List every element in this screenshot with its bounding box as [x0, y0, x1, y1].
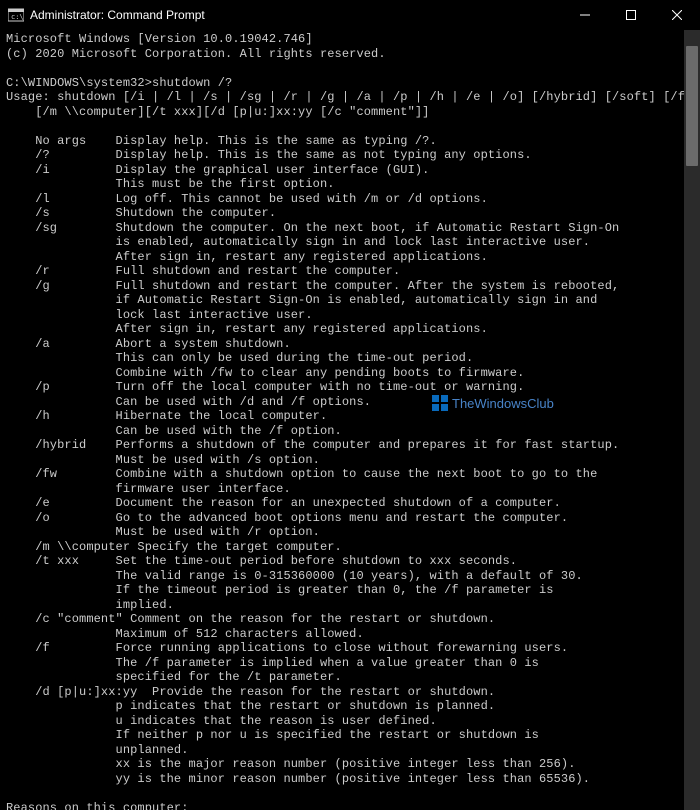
vertical-scrollbar[interactable] [684, 30, 700, 810]
scrollbar-thumb[interactable] [686, 46, 698, 166]
close-button[interactable] [654, 0, 700, 30]
svg-text:c:\: c:\ [11, 13, 24, 21]
console-output[interactable]: Microsoft Windows [Version 10.0.19042.74… [0, 30, 700, 810]
window-title: Administrator: Command Prompt [30, 8, 205, 22]
minimize-button[interactable] [562, 0, 608, 30]
titlebar[interactable]: c:\ Administrator: Command Prompt [0, 0, 700, 30]
cmd-icon: c:\ [8, 7, 24, 23]
maximize-button[interactable] [608, 0, 654, 30]
